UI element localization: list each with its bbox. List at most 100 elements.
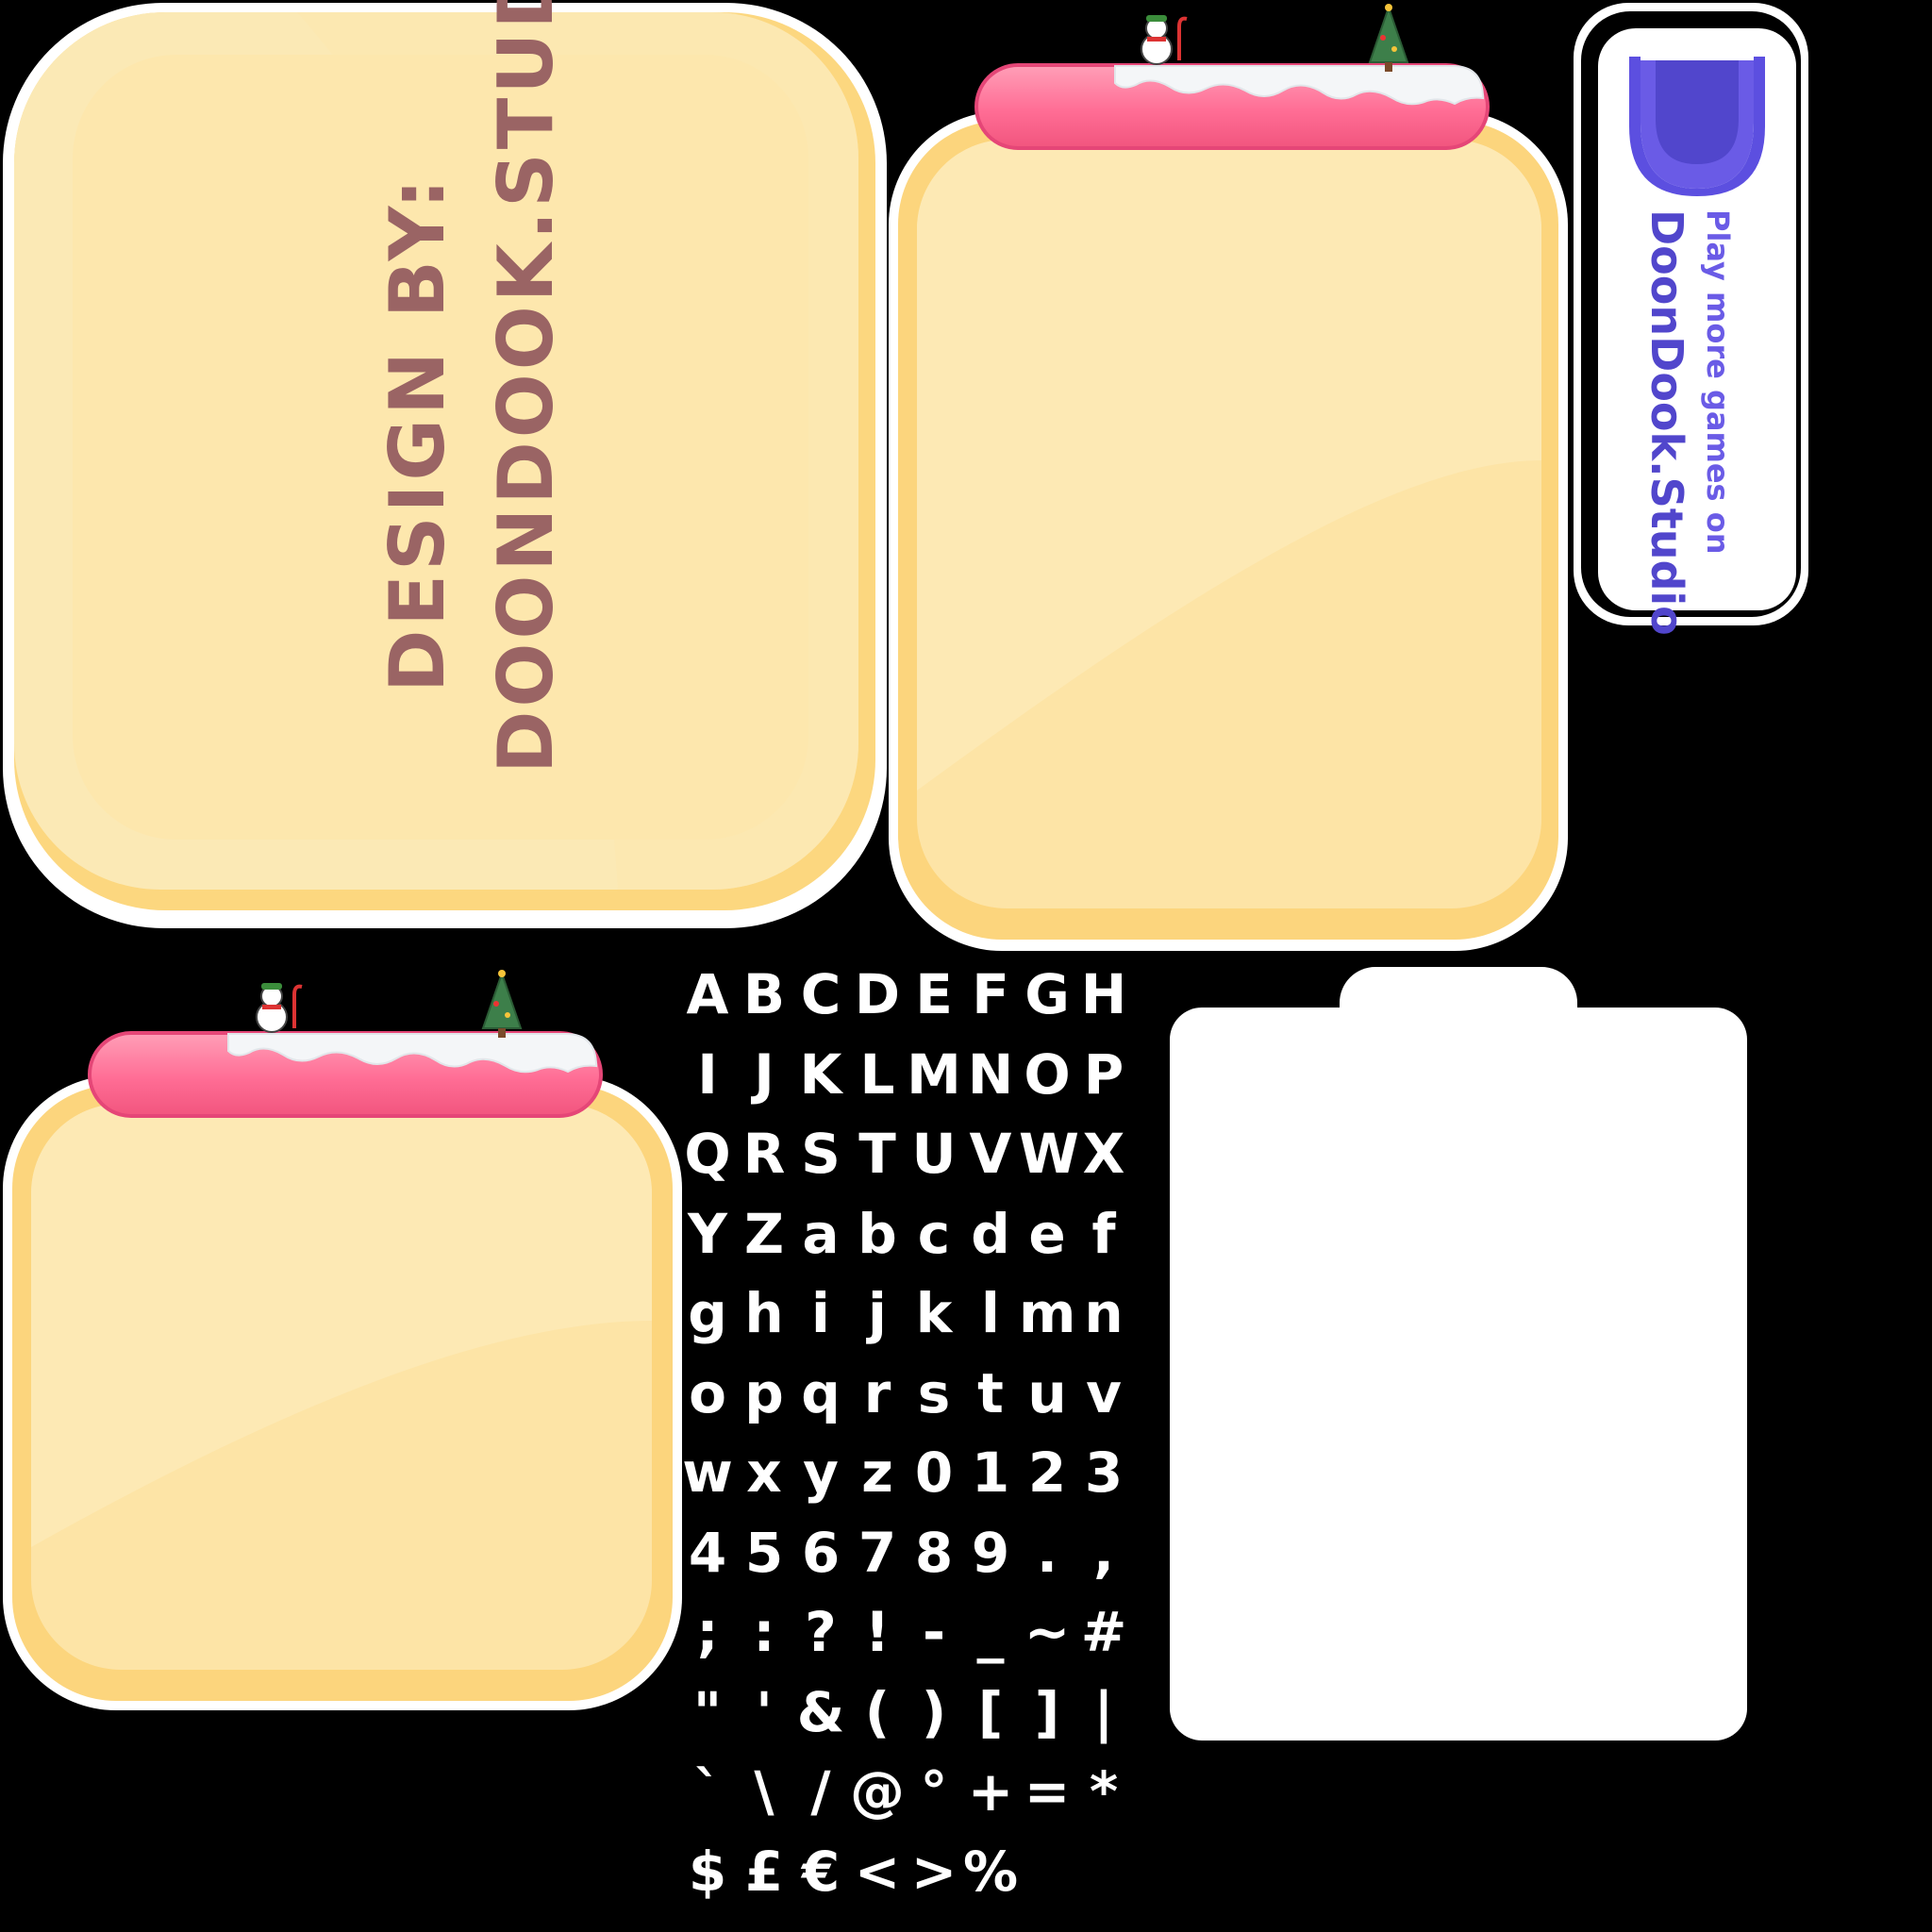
glyph: g	[688, 1281, 727, 1345]
glyph: k	[915, 1281, 953, 1345]
glyph: ~	[1024, 1600, 1071, 1664]
doondook-shield-logo-icon	[1629, 57, 1765, 196]
glyph: 2	[1027, 1441, 1067, 1505]
christmas-tree-icon	[481, 970, 523, 1038]
glyph: K	[799, 1041, 842, 1107]
glyph: £	[744, 1839, 784, 1904]
snowman-icon	[256, 983, 303, 1033]
glyph: V	[969, 1122, 1012, 1186]
glyph: I	[697, 1041, 718, 1107]
glyph: e	[1028, 1201, 1066, 1266]
credit-line-1: DESIGN BY:	[374, 175, 461, 693]
glyph: s	[917, 1360, 951, 1425]
glyph: t	[977, 1360, 1004, 1425]
snow-cap-top	[1114, 65, 1485, 106]
glyph: v	[1086, 1360, 1122, 1425]
glyph: 8	[914, 1520, 954, 1585]
glyph: B	[742, 962, 786, 1026]
glyph: #	[1080, 1600, 1127, 1664]
glyph: M	[907, 1041, 961, 1107]
glyph: A	[686, 962, 729, 1026]
glyph: W	[1019, 1122, 1079, 1186]
snow-panel-top-face	[917, 140, 1541, 908]
glyph: b	[858, 1201, 897, 1266]
glyph: w	[682, 1441, 733, 1505]
snow-panel-top-shine	[917, 140, 1541, 791]
glyph: '	[756, 1679, 773, 1744]
glyph: >	[910, 1839, 958, 1904]
glyph: _	[976, 1600, 1005, 1664]
glyph: 1	[971, 1441, 1010, 1505]
glyph: i	[811, 1281, 830, 1345]
glyph: P	[1083, 1041, 1124, 1107]
glyph: l	[981, 1281, 1000, 1345]
glyph: .	[1036, 1520, 1058, 1585]
glyph: J	[754, 1041, 774, 1107]
glyph: ?	[805, 1600, 837, 1664]
glyph: G	[1024, 962, 1070, 1026]
glyph: Q	[684, 1122, 731, 1186]
snowman-icon	[1141, 15, 1188, 65]
snow-panel-bottom-shine	[31, 1104, 652, 1547]
glyph: $	[688, 1839, 727, 1904]
glyph: h	[744, 1281, 784, 1345]
glyph: =	[1024, 1759, 1071, 1824]
glyph: 9	[971, 1520, 1010, 1585]
glyph: L	[859, 1041, 895, 1107]
glyph: n	[1084, 1281, 1124, 1345]
glyph: 6	[801, 1520, 841, 1585]
glyph: \	[754, 1759, 774, 1824]
snow-panel-bottom-face	[31, 1104, 652, 1670]
glyph: X	[1082, 1122, 1125, 1186]
glyph: [	[977, 1679, 1004, 1744]
glyph: C	[800, 962, 841, 1026]
glyph: z	[861, 1441, 893, 1505]
glyph: E	[915, 962, 953, 1026]
glyph: U	[911, 1122, 957, 1186]
glyph: f	[1091, 1201, 1116, 1266]
snow-panel-top-body	[898, 121, 1558, 940]
glyph: -	[922, 1600, 946, 1664]
promo-brand-link[interactable]: DoonDook.Studio	[1639, 209, 1695, 636]
glyph: °	[920, 1759, 948, 1824]
glyph: H	[1080, 962, 1127, 1026]
glyph: €	[801, 1839, 841, 1904]
glyph: 5	[744, 1520, 784, 1585]
glyph: &	[796, 1679, 845, 1744]
glyph: p	[744, 1360, 784, 1425]
glyph: 0	[914, 1441, 954, 1505]
glyph: N	[967, 1041, 1014, 1107]
glyph: %	[962, 1839, 1019, 1904]
glyph: |	[1093, 1679, 1114, 1744]
glyph: q	[801, 1360, 841, 1425]
glyph: O	[1024, 1041, 1071, 1107]
glyph: 4	[688, 1520, 727, 1585]
glyph: j	[868, 1281, 887, 1345]
glyph: d	[971, 1201, 1010, 1266]
christmas-tree-icon	[1368, 4, 1409, 72]
glyph: ]	[1034, 1679, 1060, 1744]
glyph: +	[967, 1759, 1014, 1824]
credit-text: DESIGN BY: DOONDOOK.STUDIO	[363, 0, 797, 774]
glyph: y	[803, 1441, 839, 1505]
glyph: *	[1089, 1759, 1119, 1824]
glyph: !	[864, 1600, 891, 1664]
glyph: r	[863, 1360, 891, 1425]
glyph: S	[801, 1122, 841, 1186]
glyph: a	[802, 1201, 840, 1266]
glyph: 3	[1084, 1441, 1124, 1505]
glyph: ;	[696, 1600, 719, 1664]
glyph: /	[810, 1759, 831, 1824]
glyph: c	[917, 1201, 951, 1266]
glyph: (	[864, 1679, 891, 1744]
glyph: "	[692, 1679, 723, 1744]
glyph: D	[854, 962, 901, 1026]
glyph: m	[1019, 1281, 1076, 1345]
snow-panel-bottom-body	[12, 1085, 673, 1701]
glyph: x	[746, 1441, 782, 1505]
glyph: R	[742, 1122, 786, 1186]
font-glyph-sheet: ABCDEFGH IJKLMNOP QRSTUVWX YZabcdef ghijklmn…	[679, 955, 1132, 1911]
glyph: @	[850, 1759, 905, 1824]
glyph: u	[1027, 1360, 1067, 1425]
promo-tagline: Play more games on	[1700, 209, 1736, 555]
